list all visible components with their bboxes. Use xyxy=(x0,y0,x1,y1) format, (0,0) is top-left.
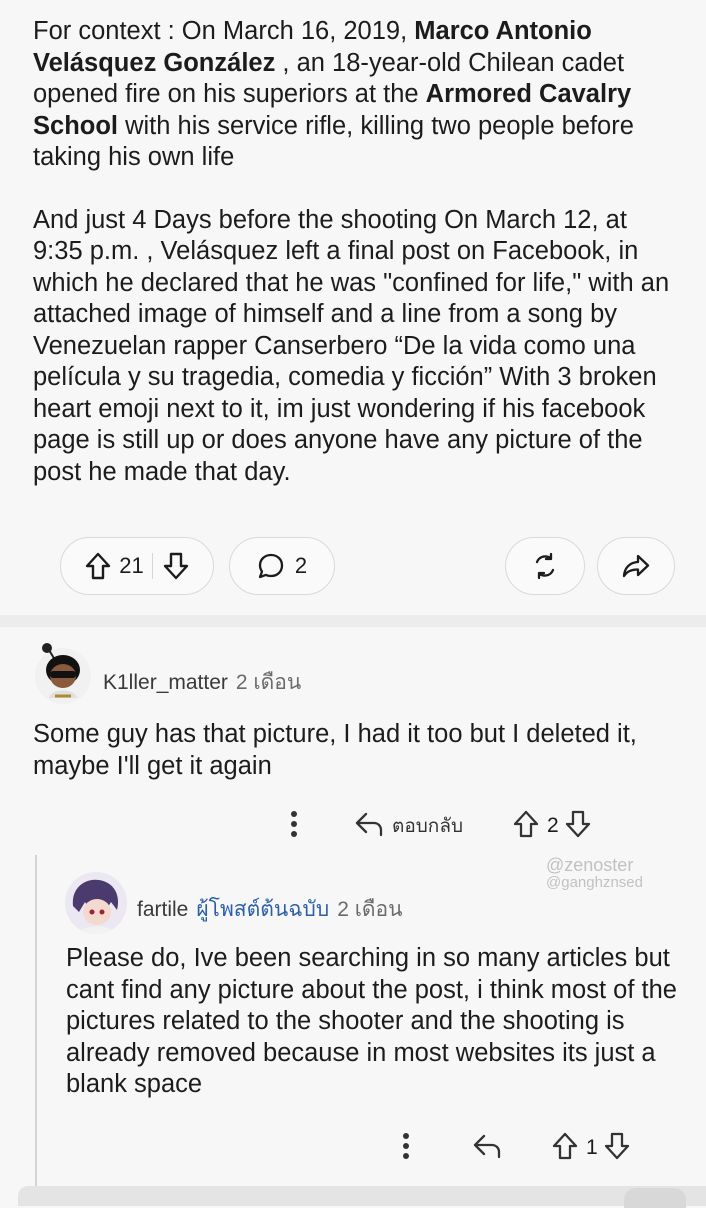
section-divider xyxy=(0,615,706,627)
downvote-icon[interactable] xyxy=(604,1132,630,1165)
vote-pill: 21 xyxy=(60,537,214,595)
comment-text: Please do, Ive been searching in so many… xyxy=(66,944,677,1098)
comment-header-2: fartile ผู้โพสต์ต้นฉบับ 2 เดือน xyxy=(137,893,403,926)
watermark: @zenoster @ganghznsed xyxy=(516,856,696,896)
comment-vote-count: 2 xyxy=(547,814,559,837)
comment-author[interactable]: K1ller_matter xyxy=(103,671,228,695)
comments-button[interactable]: 2 xyxy=(229,537,335,595)
avatar[interactable] xyxy=(65,872,127,934)
comment-author[interactable]: fartile xyxy=(137,898,188,922)
post-text: For context : On March 16, 2019, xyxy=(33,17,415,45)
thread-line[interactable] xyxy=(35,855,37,1200)
share-arrow-icon xyxy=(621,552,651,580)
post-text: with his service rifle, killing two peop… xyxy=(33,111,634,172)
comment-vote-count: 1 xyxy=(586,1136,598,1159)
downvote-icon[interactable] xyxy=(565,810,591,843)
reply-arrow-icon xyxy=(354,811,384,842)
reply-label: ตอบกลับ xyxy=(392,816,464,837)
comment-header-1: K1ller_matter 2 เดือน xyxy=(103,666,301,699)
reply-button[interactable]: ตอบกลับ xyxy=(354,811,463,842)
watermark-line: @zenoster xyxy=(546,855,634,875)
post-action-bar: 21 2 xyxy=(0,537,706,597)
comment-bubble-icon xyxy=(257,552,285,580)
vote-separator xyxy=(151,553,153,579)
more-options-icon[interactable] xyxy=(290,810,310,843)
more-options-icon[interactable] xyxy=(402,1132,422,1165)
comment-time: 2 เดือน xyxy=(235,671,302,694)
reply-arrow-icon[interactable] xyxy=(472,1133,502,1164)
op-flair: ผู้โพสต์ต้นฉบับ xyxy=(196,898,330,921)
comment-count: 2 xyxy=(294,553,308,578)
upvote-icon[interactable] xyxy=(513,810,539,843)
bottom-action-button[interactable] xyxy=(624,1188,686,1208)
avatar[interactable] xyxy=(33,640,93,706)
share-button[interactable] xyxy=(597,537,675,595)
post-body: For context : On March 16, 2019, Marco A… xyxy=(33,16,683,488)
upvote-count: 21 xyxy=(119,553,144,578)
post-paragraph-question: And just 4 Days before the shooting On M… xyxy=(33,205,670,486)
comment-actions-2: 1 xyxy=(402,1130,630,1166)
comment-actions-1: ตอบกลับ 2 xyxy=(290,808,591,844)
post-paragraph-context: For context : On March 16, 2019, Marco A… xyxy=(33,16,683,174)
crosspost-button[interactable] xyxy=(505,537,585,595)
comment-text: Some guy has that picture, I had it too … xyxy=(33,720,637,780)
upvote-icon[interactable] xyxy=(85,552,111,580)
comment-input-bar[interactable] xyxy=(18,1186,706,1208)
comment-time: 2 เดือน xyxy=(337,898,403,921)
crosspost-icon xyxy=(530,551,560,581)
watermark-line: @ganghznsed xyxy=(546,874,643,891)
upvote-icon[interactable] xyxy=(552,1132,578,1165)
downvote-icon[interactable] xyxy=(163,552,189,580)
